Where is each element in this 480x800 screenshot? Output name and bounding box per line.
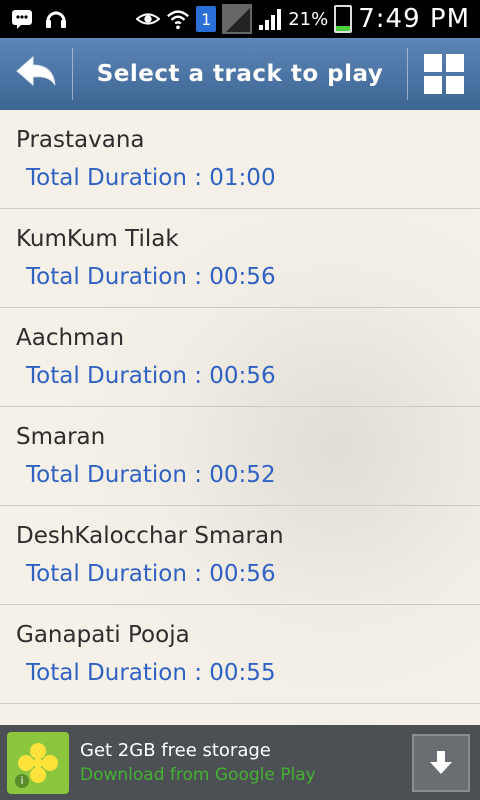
list-item[interactable]: KumKum Tilak Total Duration : 00:56	[0, 209, 480, 308]
status-bar: 1 21% 7:49 PM	[0, 0, 480, 38]
list-item[interactable]: Ganapati Pooja Total Duration : 00:55	[0, 605, 480, 704]
ad-banner[interactable]: i Get 2GB free storage Download from Goo…	[0, 725, 480, 800]
ad-headline: Get 2GB free storage	[80, 740, 271, 761]
page-title: Select a track to play	[96, 61, 384, 87]
bbm-icon	[10, 7, 34, 31]
track-name: Aachman	[16, 325, 125, 351]
track-name: KumKum Tilak	[16, 226, 179, 252]
download-arrow-icon	[430, 750, 452, 774]
sim-icon: 1	[196, 6, 217, 32]
track-name: DeshKalocchar Smaran	[16, 523, 284, 549]
list-item[interactable]: Aachman Total Duration : 00:56	[0, 308, 480, 407]
list-item[interactable]: Prastavana Total Duration : 01:00	[0, 110, 480, 209]
google-drive-icon: i	[7, 731, 69, 794]
track-name: Ganapati Pooja	[16, 622, 190, 648]
eye-icon	[136, 7, 161, 31]
track-duration: Total Duration : 00:55	[26, 660, 276, 686]
grid-icon	[424, 54, 464, 94]
headset-icon	[44, 7, 68, 31]
track-duration: Total Duration : 00:52	[26, 462, 276, 488]
ad-info-icon[interactable]: i	[15, 773, 29, 788]
track-duration: Total Duration : 00:56	[26, 264, 276, 290]
battery-percent: 21%	[288, 8, 329, 30]
track-name: Prastavana	[16, 127, 145, 153]
data-signal-icon	[222, 4, 253, 34]
download-button[interactable]	[412, 733, 470, 792]
list-item[interactable]: DeshKalocchar Smaran Total Duration : 00…	[0, 506, 480, 605]
track-duration: Total Duration : 01:00	[26, 165, 276, 191]
ad-subline: Download from Google Play	[80, 765, 316, 785]
track-duration: Total Duration : 00:56	[26, 363, 276, 389]
clock: 7:49 PM	[358, 4, 470, 34]
back-button[interactable]	[0, 38, 72, 110]
grid-view-button[interactable]	[408, 38, 480, 110]
signal-icon	[258, 7, 282, 31]
back-arrow-icon	[16, 55, 56, 87]
ad-text: Get 2GB free storage Download from Googl…	[80, 740, 412, 785]
app-header: Select a track to play	[0, 38, 480, 110]
track-list: Prastavana Total Duration : 01:00 KumKum…	[0, 110, 480, 725]
track-name: Smaran	[16, 424, 106, 450]
wifi-icon	[166, 7, 190, 31]
track-duration: Total Duration : 00:56	[26, 561, 276, 587]
battery-icon	[334, 5, 353, 33]
list-item[interactable]: Smaran Total Duration : 00:52	[0, 407, 480, 506]
